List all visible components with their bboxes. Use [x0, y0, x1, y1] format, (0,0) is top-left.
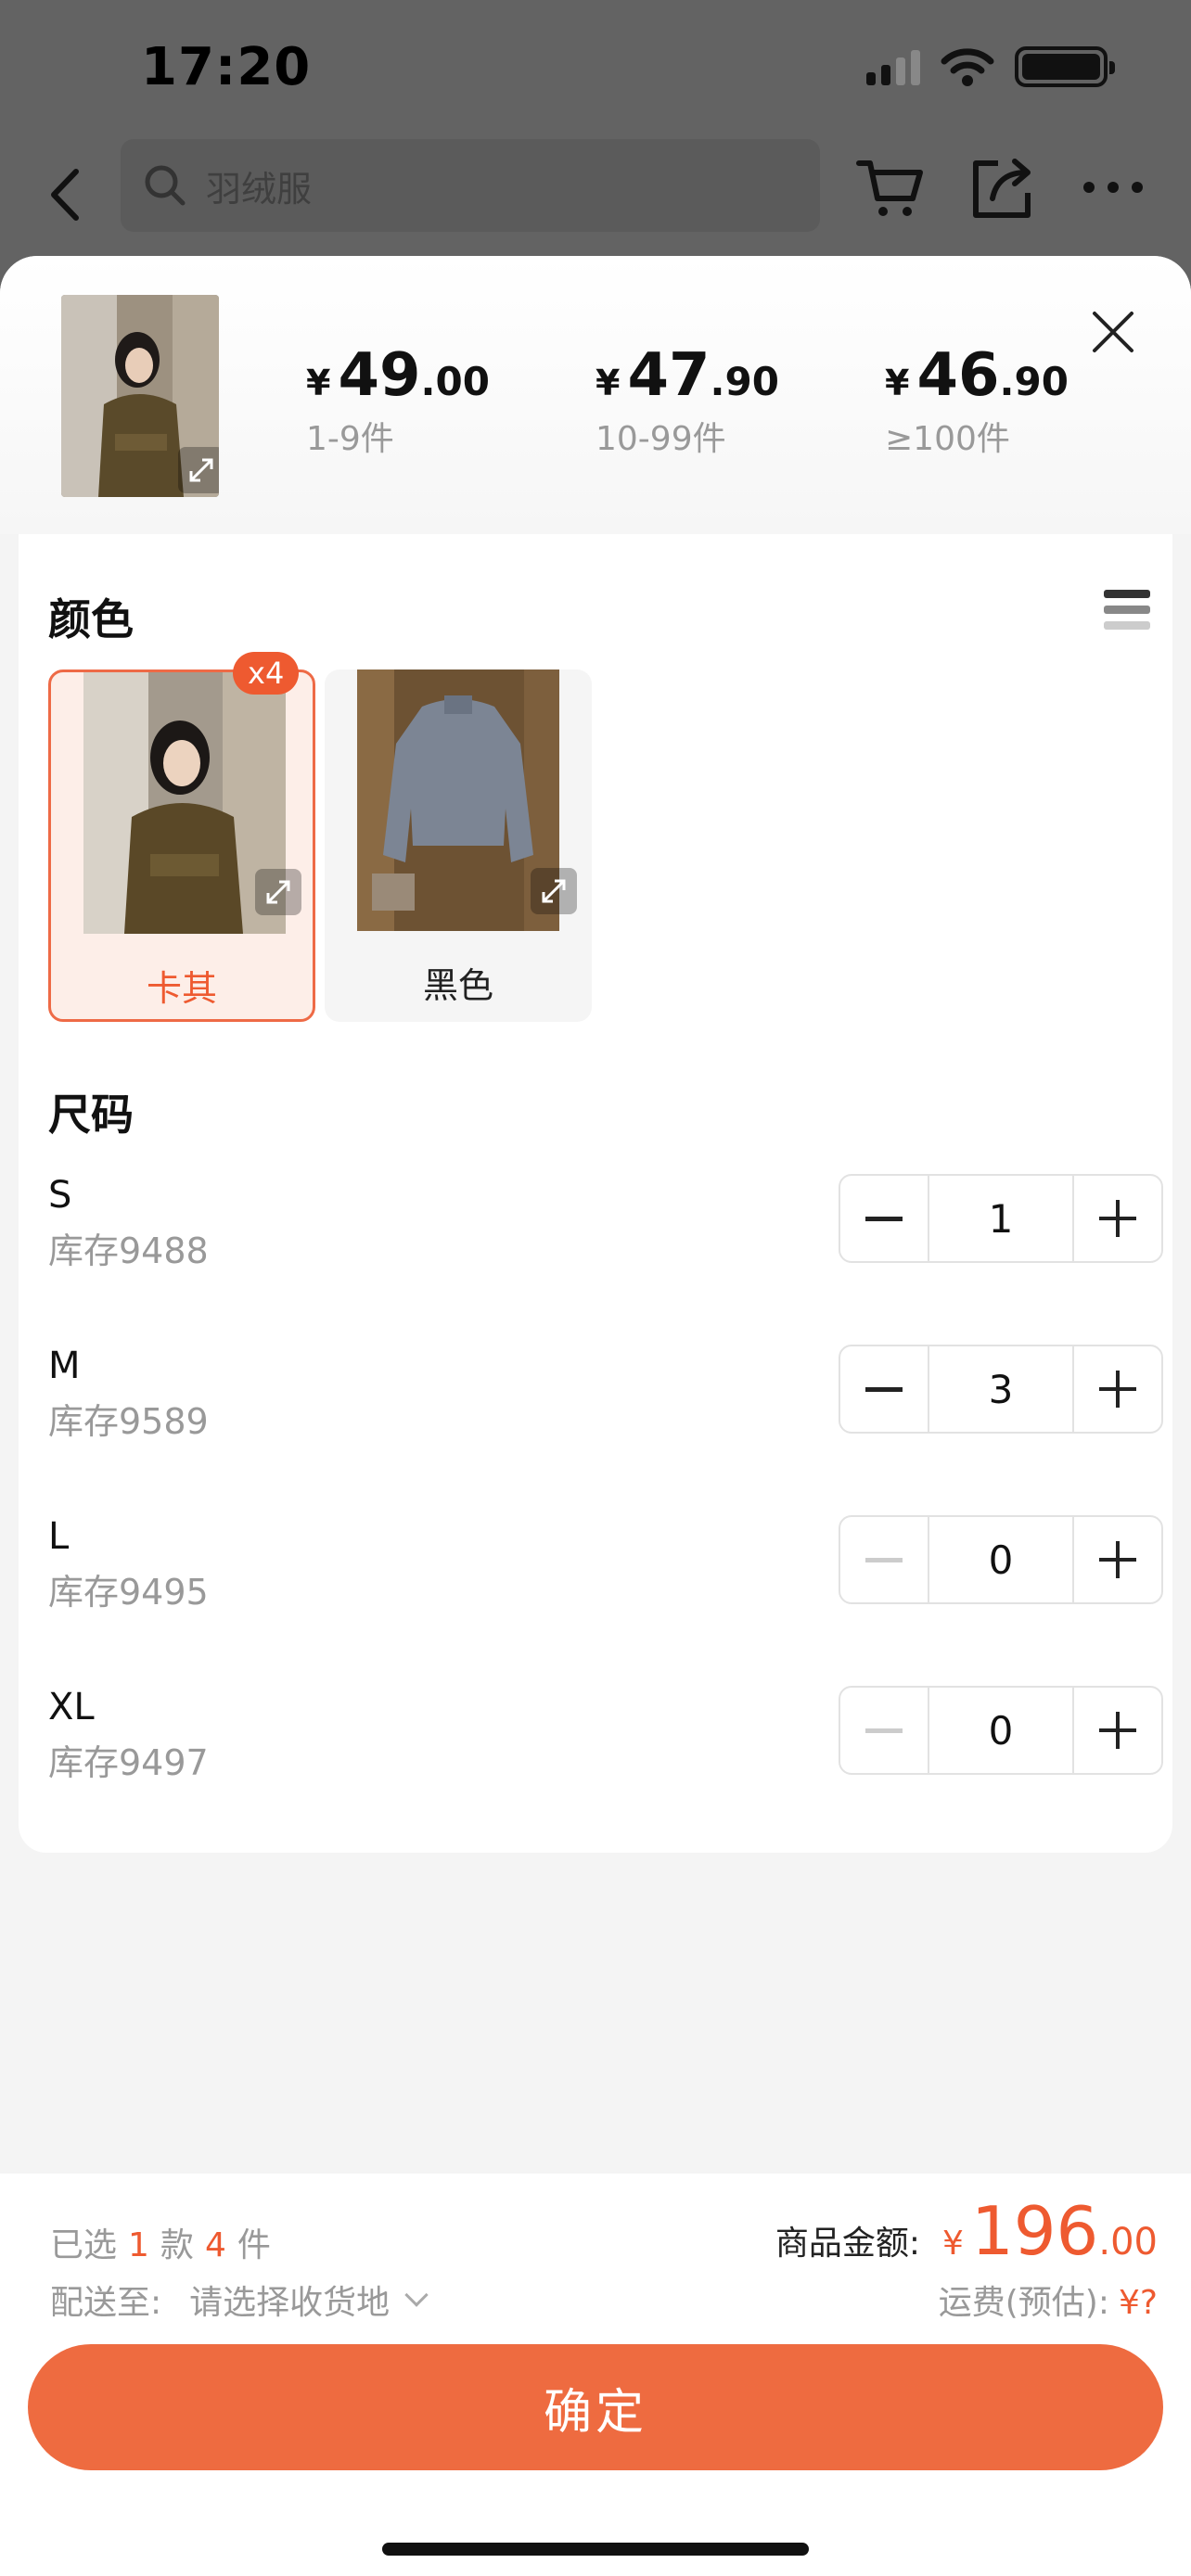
battery-icon — [1015, 46, 1115, 87]
quantity-badge: x4 — [233, 652, 300, 695]
size-row: M 库存9589 3 — [48, 1345, 1163, 1456]
more-icon[interactable] — [1076, 150, 1150, 224]
amount-label: 商品金额: — [775, 2225, 921, 2263]
cellular-signal-icon — [866, 48, 920, 85]
size-row: L 库存9495 0 — [48, 1515, 1163, 1626]
color-option-label: 黑色 — [422, 965, 493, 1006]
size-stock: 库存9488 — [48, 1231, 209, 1271]
cart-icon[interactable] — [853, 150, 928, 224]
freight-estimate: 运费(预估): ¥? — [939, 2276, 1158, 2324]
tier-price-int: 49 — [338, 341, 421, 410]
chevron-down-icon — [404, 2283, 429, 2307]
increment-button[interactable] — [1074, 1517, 1161, 1602]
quantity-stepper: 3 — [839, 1345, 1163, 1434]
price-header: ¥49.00 1-9件 ¥47.90 10-99件 ¥46.90 ≥100件 — [0, 256, 1191, 534]
tier-currency: ¥ — [596, 363, 621, 403]
increment-button[interactable] — [1074, 1688, 1161, 1773]
status-icons — [866, 46, 1115, 87]
tier-price-int: 46 — [916, 341, 1000, 410]
pieces-unit: 件 — [237, 2226, 271, 2264]
size-name: M — [48, 1345, 81, 1387]
styles-unit: 款 — [160, 2226, 194, 2264]
price-tier: ¥47.90 10-99件 — [596, 341, 885, 460]
decrement-button[interactable] — [840, 1688, 928, 1773]
options-card: 颜色 x4 卡其 黑色 尺码 S 库存9488 1 M 库存9589 3 L 库… — [19, 534, 1172, 1853]
quantity-stepper: 0 — [839, 1686, 1163, 1775]
wifi-icon — [941, 48, 994, 86]
price-tiers: ¥49.00 1-9件 ¥47.90 10-99件 ¥46.90 ≥100件 — [306, 341, 1174, 460]
quantity-stepper: 0 — [839, 1515, 1163, 1604]
tier-range: 1-9件 — [306, 420, 394, 458]
color-option-khaki[interactable]: x4 卡其 — [48, 652, 315, 1022]
price-tier: ¥49.00 1-9件 — [306, 341, 596, 460]
search-icon — [145, 165, 186, 206]
shipping-destination[interactable]: 配送至: 请选择收货地 — [50, 2276, 429, 2324]
amount-int: 196 — [970, 2192, 1099, 2270]
freight-value: ¥? — [1118, 2284, 1158, 2322]
size-stock: 库存9497 — [48, 1742, 209, 1783]
decrement-button[interactable] — [840, 1346, 928, 1432]
expand-icon[interactable] — [255, 869, 301, 915]
tier-range: 10-99件 — [596, 420, 726, 458]
list-view-icon[interactable] — [1104, 590, 1150, 634]
goods-amount: 商品金额: ¥ 196 .00 — [775, 2192, 1158, 2270]
quantity-value[interactable]: 1 — [928, 1176, 1074, 1261]
size-row: S 库存9488 1 — [48, 1174, 1163, 1285]
size-section-title: 尺码 — [48, 1090, 134, 1140]
selected-styles-count: 1 — [128, 2226, 149, 2264]
quantity-value[interactable]: 0 — [928, 1517, 1074, 1602]
size-stock: 库存9495 — [48, 1572, 209, 1613]
selected-pieces-count: 4 — [204, 2226, 226, 2264]
color-option-image — [357, 670, 559, 931]
top-nav: 羽绒服 — [0, 139, 1191, 260]
tier-currency: ¥ — [306, 363, 331, 403]
close-icon[interactable] — [1085, 304, 1141, 360]
expand-icon[interactable] — [531, 868, 577, 914]
color-section-title: 颜色 — [48, 594, 134, 644]
confirm-button[interactable]: 确定 — [28, 2344, 1163, 2470]
tier-range: ≥100件 — [885, 420, 1010, 458]
size-name: XL — [48, 1686, 95, 1728]
product-thumbnail[interactable] — [61, 295, 219, 497]
ship-address[interactable]: 请选择收货地 — [189, 2276, 390, 2324]
freight-label: 运费(预估): — [938, 2284, 1109, 2322]
tier-price-dec: .90 — [710, 359, 779, 404]
search-bar[interactable]: 羽绒服 — [121, 139, 820, 232]
quantity-value[interactable]: 0 — [928, 1688, 1074, 1773]
quantity-stepper: 1 — [839, 1174, 1163, 1263]
tier-price-int: 47 — [627, 341, 711, 410]
ship-label: 配送至: — [50, 2284, 162, 2322]
tier-currency: ¥ — [885, 363, 910, 403]
size-name: S — [48, 1174, 72, 1217]
status-time: 17:20 — [141, 37, 312, 97]
amount-dec: .00 — [1098, 2221, 1158, 2264]
color-option-label: 卡其 — [146, 968, 217, 1009]
size-name: L — [48, 1515, 70, 1558]
checkout-footer: 已选 1 款 4 件 配送至: 请选择收货地 商品金额: ¥ 196 .00 运费(预估… — [0, 2174, 1191, 2576]
selection-summary: 已选 1 款 4 件 — [50, 2218, 271, 2266]
tier-price-dec: .90 — [999, 359, 1069, 404]
size-row: XL 库存9497 0 — [48, 1686, 1163, 1797]
increment-button[interactable] — [1074, 1346, 1161, 1432]
tier-price-dec: .00 — [420, 359, 490, 404]
status-bar: 17:20 — [0, 0, 1191, 139]
quantity-value[interactable]: 3 — [928, 1346, 1074, 1432]
color-option-black[interactable]: 黑色 — [325, 670, 592, 1022]
home-indicator[interactable] — [382, 2543, 809, 2556]
selected-prefix: 已选 — [50, 2226, 118, 2264]
size-stock: 库存9589 — [48, 1401, 209, 1442]
increment-button[interactable] — [1074, 1176, 1161, 1261]
share-icon[interactable] — [965, 150, 1039, 224]
decrement-button[interactable] — [840, 1176, 928, 1261]
search-placeholder: 羽绒服 — [206, 168, 313, 210]
amount-currency: ¥ — [942, 2225, 964, 2263]
decrement-button[interactable] — [840, 1517, 928, 1602]
back-arrow-icon[interactable] — [37, 162, 93, 227]
expand-icon[interactable] — [178, 447, 219, 493]
